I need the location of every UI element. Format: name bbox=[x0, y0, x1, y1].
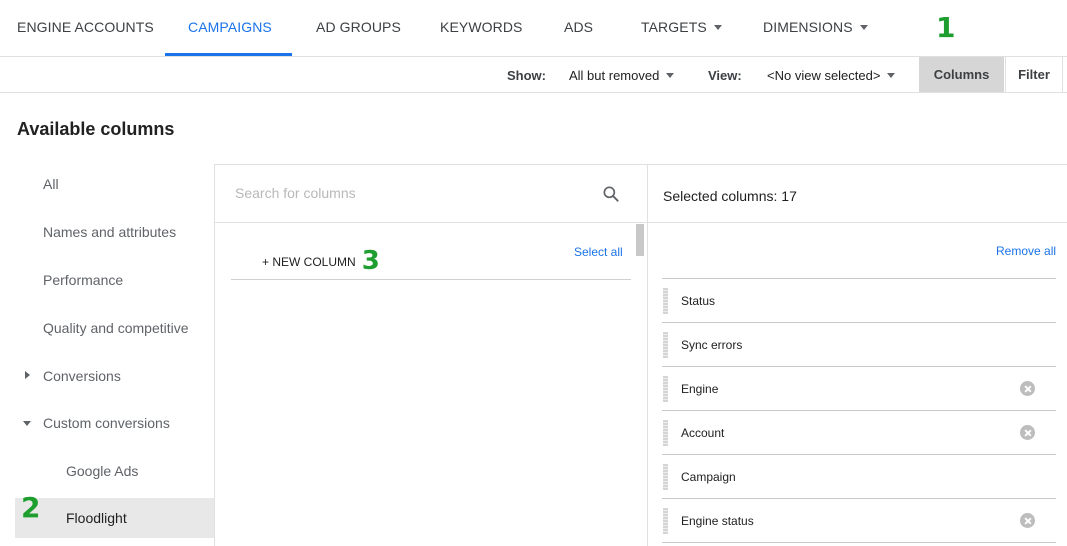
category-label: Conversions bbox=[43, 368, 121, 384]
available-columns-panel: + NEW COLUMN 3 Select all bbox=[214, 164, 648, 546]
drag-handle-icon[interactable] bbox=[663, 376, 668, 402]
new-column-button[interactable]: + NEW COLUMN 3 bbox=[262, 245, 380, 274]
category-label: All bbox=[43, 176, 59, 192]
tab-ad-groups[interactable]: AD GROUPS bbox=[316, 19, 401, 35]
category-label: Floodlight bbox=[66, 510, 127, 526]
select-all-link[interactable]: Select all bbox=[574, 245, 623, 259]
selected-column-label: Campaign bbox=[681, 470, 736, 484]
category-quality-and-competitive[interactable]: Quality and competitive bbox=[15, 308, 215, 348]
annotation-marker-1: 1 bbox=[936, 11, 956, 44]
selected-column-row-account[interactable]: Account bbox=[662, 411, 1056, 455]
drag-handle-icon[interactable] bbox=[663, 508, 668, 534]
category-label: Google Ads bbox=[66, 463, 139, 479]
selected-column-label: Engine bbox=[681, 382, 719, 396]
category-google-ads[interactable]: Google Ads bbox=[15, 451, 215, 491]
search-row bbox=[215, 165, 647, 223]
drag-handle-icon[interactable] bbox=[663, 288, 668, 314]
category-label: Performance bbox=[43, 272, 124, 288]
selected-column-row-sync-errors[interactable]: Sync errors bbox=[662, 323, 1056, 367]
selected-column-row-engine[interactable]: Engine bbox=[662, 367, 1056, 411]
chevron-down-icon bbox=[666, 73, 675, 78]
chevron-down-icon bbox=[887, 73, 896, 78]
scrollbar-thumb[interactable] bbox=[636, 224, 644, 256]
search-icon[interactable] bbox=[601, 184, 621, 204]
category-names-and-attributes[interactable]: Names and attributes bbox=[15, 212, 215, 252]
active-tab-indicator bbox=[165, 53, 292, 56]
tab-dimensions[interactable]: DIMENSIONS bbox=[763, 19, 868, 35]
divider bbox=[231, 279, 631, 280]
show-dropdown-value: All but removed bbox=[569, 68, 660, 83]
annotation-marker-2: 2 bbox=[21, 491, 41, 524]
drag-handle-icon[interactable] bbox=[663, 420, 668, 446]
chevron-down-icon bbox=[713, 25, 722, 30]
category-floodlight[interactable]: Floodlight bbox=[15, 498, 215, 538]
category-conversions[interactable]: Conversions bbox=[15, 356, 215, 396]
view-dropdown[interactable]: <No view selected> bbox=[767, 68, 896, 83]
remove-circle-icon[interactable] bbox=[1020, 513, 1035, 528]
filter-button[interactable]: Filter bbox=[1005, 57, 1063, 92]
tab-keywords[interactable]: KEYWORDS bbox=[440, 19, 522, 35]
chevron-down-icon bbox=[859, 25, 868, 30]
selected-column-label: Account bbox=[681, 426, 725, 440]
view-label: View: bbox=[708, 68, 742, 83]
chevron-right-icon bbox=[25, 371, 30, 379]
category-label: Custom conversions bbox=[43, 415, 170, 431]
remove-all-link[interactable]: Remove all bbox=[996, 244, 1056, 258]
columns-button[interactable]: Columns bbox=[919, 57, 1004, 92]
category-custom-conversions[interactable]: Custom conversions bbox=[15, 403, 215, 443]
chevron-down-icon bbox=[23, 421, 31, 426]
show-dropdown[interactable]: All but removed bbox=[569, 68, 675, 83]
category-label: Quality and competitive bbox=[43, 320, 189, 336]
annotation-marker-3: 3 bbox=[361, 246, 380, 276]
tab-targets[interactable]: TARGETS bbox=[641, 19, 722, 35]
selected-columns-count: Selected columns: 17 bbox=[663, 188, 797, 204]
tab-ads[interactable]: ADS bbox=[564, 19, 593, 35]
category-performance[interactable]: Performance bbox=[15, 260, 215, 300]
tab-targets-label: TARGETS bbox=[641, 19, 707, 35]
tab-engine-accounts[interactable]: ENGINE ACCOUNTS bbox=[17, 19, 154, 35]
selected-columns-panel: Selected columns: 17 Remove all Status S… bbox=[648, 164, 1067, 546]
selected-column-label: Engine status bbox=[681, 514, 754, 528]
remove-circle-icon[interactable] bbox=[1020, 425, 1035, 440]
selected-column-row-engine-status[interactable]: Engine status bbox=[662, 499, 1056, 543]
top-navigation: ENGINE ACCOUNTS CAMPAIGNS AD GROUPS KEYW… bbox=[0, 0, 1067, 57]
search-input[interactable] bbox=[235, 185, 575, 201]
category-all[interactable]: All bbox=[15, 164, 215, 204]
divider bbox=[648, 222, 1067, 223]
drag-handle-icon[interactable] bbox=[663, 464, 668, 490]
category-label: Names and attributes bbox=[43, 224, 177, 240]
selected-column-row-campaign[interactable]: Campaign bbox=[662, 455, 1056, 499]
selected-column-label: Sync errors bbox=[681, 338, 743, 352]
remove-circle-icon[interactable] bbox=[1020, 381, 1035, 396]
tab-dimensions-label: DIMENSIONS bbox=[763, 19, 853, 35]
selected-column-label: Status bbox=[681, 294, 716, 308]
view-dropdown-value: <No view selected> bbox=[767, 68, 881, 83]
page-title: Available columns bbox=[17, 119, 175, 139]
new-column-label: + NEW COLUMN bbox=[262, 255, 356, 269]
toolbar: Show: All but removed View: <No view sel… bbox=[0, 57, 1067, 93]
selected-column-row-status[interactable]: Status bbox=[662, 279, 1056, 323]
show-label: Show: bbox=[507, 68, 546, 83]
drag-handle-icon[interactable] bbox=[663, 332, 668, 358]
tab-campaigns[interactable]: CAMPAIGNS bbox=[188, 19, 272, 35]
